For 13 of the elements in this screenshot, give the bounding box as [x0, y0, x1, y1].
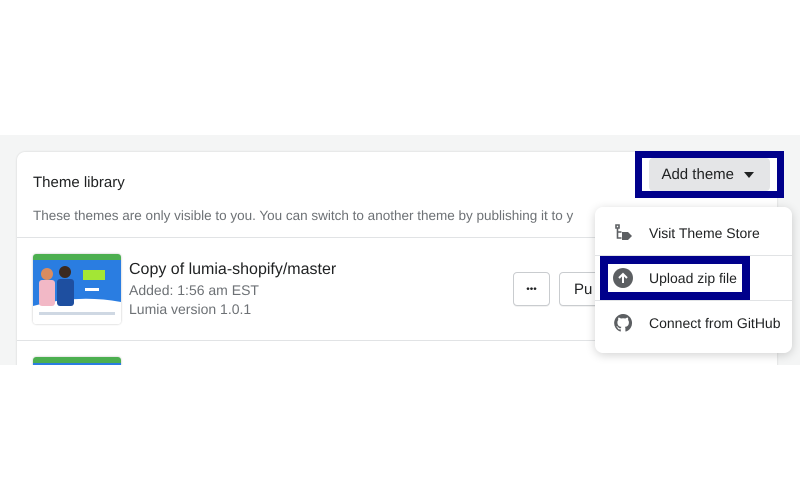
description: These themes are only visible to you. You can switch to another theme by publishing it to y — [33, 208, 574, 223]
theme-version: Lumia version 1.0.1 — [129, 301, 252, 317]
more-actions-button[interactable]: ••• — [513, 272, 550, 306]
menu-item[interactable]: Connect from GitHub — [605, 301, 782, 345]
menu-item[interactable]: Visit Theme Store — [605, 211, 782, 255]
section-title: Theme library — [33, 174, 125, 190]
add-theme-button[interactable]: Add theme — [649, 158, 770, 191]
github-icon — [613, 313, 633, 333]
theme-name: Copy of lumia-shopify/master — [129, 261, 338, 279]
added-time: Added: 1:56 am EST — [129, 282, 260, 298]
caret-icon — [744, 172, 754, 178]
upload-icon — [613, 268, 633, 288]
tag-icon — [613, 223, 633, 243]
